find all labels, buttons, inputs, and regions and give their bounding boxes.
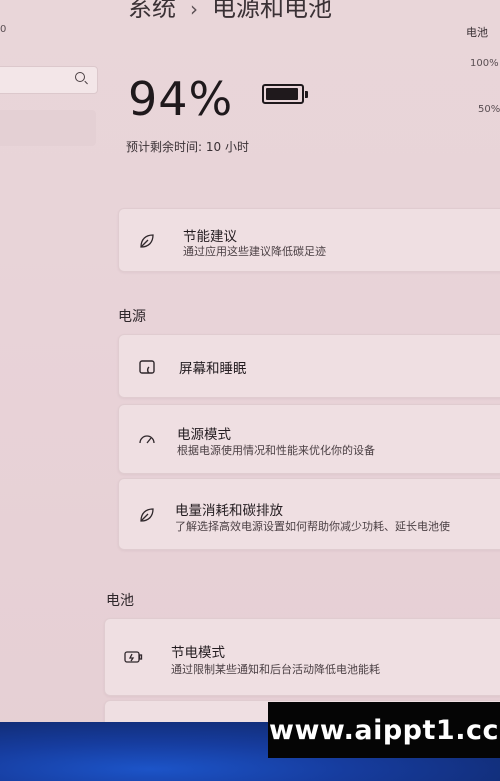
watermark: www.aippt1.cc	[268, 702, 500, 758]
card-subtitle: 通过应用这些建议降低碳足迹	[183, 245, 326, 258]
screen-and-sleep-card[interactable]: 屏幕和睡眠	[118, 334, 500, 398]
card-title: 节电模式	[171, 645, 225, 661]
settings-window: 系统 › 电源和电池 0 电池 100% 50% 94% 预计剩余时间: 10 小时…	[0, 0, 500, 781]
card-title: 节能建议	[183, 229, 237, 245]
card-title: 电量消耗和碳排放	[175, 503, 283, 519]
screen-sleep-icon	[137, 357, 157, 377]
battery-chart-tick-100: 100%	[470, 58, 499, 69]
battery-level-fill	[266, 88, 298, 100]
settings-search-input[interactable]	[0, 66, 98, 94]
battery-percentage: 94%	[128, 72, 234, 126]
card-title: 电源模式	[177, 427, 231, 443]
energy-consumption-card[interactable]: 电量消耗和碳排放 了解选择高效电源设置如何帮助你减少功耗、延长电池使	[118, 478, 500, 550]
breadcrumb-separator: ›	[190, 0, 198, 21]
section-power-label: 电源	[118, 309, 146, 325]
energy-saving-suggestions-card[interactable]: 节能建议 通过应用这些建议降低碳足迹	[118, 208, 500, 272]
breadcrumb-system[interactable]: 系统	[128, 0, 176, 22]
power-mode-card[interactable]: 电源模式 根据电源使用情况和性能来优化你的设备	[118, 404, 500, 474]
card-subtitle: 了解选择高效电源设置如何帮助你减少功耗、延长电池使	[175, 520, 450, 533]
search-icon[interactable]	[75, 72, 85, 82]
battery-icon	[262, 84, 308, 104]
battery-saver-icon	[123, 647, 143, 667]
page-title: 电源和电池	[212, 0, 332, 22]
sidebar-item-system[interactable]	[0, 110, 96, 146]
battery-saver-card[interactable]: 节电模式 通过限制某些通知和后台活动降低电池能耗	[104, 618, 500, 696]
battery-chart-label: 电池	[466, 26, 488, 39]
leaf-icon	[137, 505, 157, 525]
battery-remaining-time: 预计剩余时间: 10 小时	[126, 140, 249, 154]
card-subtitle: 根据电源使用情况和性能来优化你的设备	[177, 444, 375, 457]
battery-chart-tick-50: 50%	[478, 104, 500, 115]
card-title: 屏幕和睡眠	[179, 361, 247, 377]
sidebar-user-text: 0	[0, 24, 7, 35]
section-battery-label: 电池	[106, 593, 134, 609]
breadcrumb: 系统 › 电源和电池	[128, 0, 332, 23]
card-subtitle: 通过限制某些通知和后台活动降低电池能耗	[171, 663, 380, 676]
gauge-icon	[137, 429, 157, 449]
leaf-icon	[137, 231, 157, 251]
